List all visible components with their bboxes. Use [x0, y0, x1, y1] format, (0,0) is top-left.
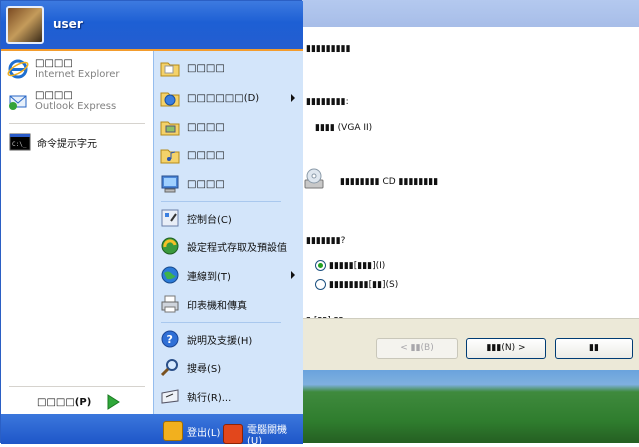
svg-text:C:\_: C:\_: [12, 141, 27, 148]
help-icon: ?: [161, 330, 179, 348]
recent-documents-icon: [160, 92, 180, 107]
wizard-question: ▮▮▮▮▮▮▮?: [306, 236, 346, 246]
right-item-program-access[interactable]: 設定程式存取及預設值: [159, 235, 287, 257]
globe-network-icon: [161, 266, 179, 284]
folder-documents-icon: [160, 62, 180, 77]
control-panel-icon: [161, 209, 179, 227]
recent-command-prompt[interactable]: C:\_ 命令提示字元: [9, 131, 97, 153]
wizard-heading: ▮▮▮▮▮▮▮▮▮: [306, 44, 351, 54]
wizard-prompt: ▮▮▮▮▮▮▮▮:: [306, 97, 349, 107]
right-item-label: 說明及支援(H): [187, 335, 253, 347]
cd-label: ▮▮▮▮▮▮▮▮ CD ▮▮▮▮▮▮▮▮: [340, 177, 439, 187]
right-item-documents[interactable]: □□□□: [159, 57, 225, 79]
all-programs-label: □□□□(P): [37, 396, 92, 408]
right-item-label: 連線到(T): [187, 271, 231, 283]
right-item-recent-documents[interactable]: □□□□□□(D): [159, 87, 259, 109]
internet-explorer-icon: [7, 59, 29, 79]
right-item-label: 搜尋(S): [187, 363, 222, 375]
option-auto-label[interactable]: ▮▮▮▮▮[▮▮▮](I): [329, 261, 385, 271]
pinned-label: □□□□: [35, 90, 73, 101]
run-icon: [161, 389, 179, 404]
green-arrow-icon: [107, 394, 121, 410]
right-item-printers[interactable]: 印表機和傳真: [159, 293, 247, 315]
pinned-outlook-express[interactable]: □□□□ Outlook Express: [7, 90, 116, 112]
shutdown-label: 電腦關機(U): [247, 425, 287, 447]
all-programs-button[interactable]: □□□□(P): [37, 394, 121, 410]
separator: [9, 386, 145, 387]
logoff-button[interactable]: 登出(L): [163, 421, 220, 441]
right-item-label: □□□□: [187, 149, 225, 161]
right-item-help-support[interactable]: ? 說明及支援(H): [159, 328, 252, 350]
cancel-button[interactable]: ▮▮: [555, 338, 633, 359]
right-item-my-computer[interactable]: □□□□: [159, 173, 225, 195]
pinned-sublabel: Internet Explorer: [35, 69, 120, 80]
command-prompt-icon: C:\_: [9, 133, 31, 151]
submenu-arrow-icon: [291, 94, 295, 102]
outlook-express-icon: [9, 95, 27, 110]
right-item-connect-to[interactable]: 連線到(T): [159, 264, 231, 286]
logoff-label: 登出(L): [187, 427, 221, 439]
right-item-label: □□□□: [187, 62, 225, 74]
right-item-label: □□□□□□(D): [187, 92, 260, 104]
folder-music-icon: [160, 149, 180, 164]
pinned-label: □□□□: [35, 58, 73, 69]
back-button[interactable]: < ▮▮(B): [376, 338, 458, 359]
separator: [161, 322, 281, 323]
desktop-wallpaper: [300, 370, 639, 443]
option-auto-radio[interactable]: [315, 260, 326, 271]
right-item-search[interactable]: 搜尋(S): [159, 356, 221, 378]
my-computer-icon: [161, 175, 179, 193]
next-button[interactable]: ▮▮▮(N) >: [466, 338, 546, 359]
recent-label: 命令提示字元: [37, 138, 97, 150]
pinned-internet-explorer[interactable]: □□□□ Internet Explorer: [7, 58, 120, 80]
right-item-label: □□□□: [187, 178, 225, 190]
right-item-label: 控制台(C): [187, 214, 232, 226]
option-manual-label[interactable]: ▮▮▮▮▮▮▮▮[▮▮](S): [329, 280, 398, 290]
right-item-pictures[interactable]: □□□□: [159, 116, 225, 138]
right-item-run[interactable]: 執行(R)...: [159, 385, 231, 407]
power-icon: [223, 424, 243, 444]
right-item-label: □□□□: [187, 121, 225, 133]
start-menu-header: user: [1, 1, 303, 51]
printer-icon: [161, 295, 179, 313]
program-access-icon: [161, 237, 179, 255]
right-item-control-panel[interactable]: 控制台(C): [159, 207, 232, 229]
start-menu: user □□□□ Internet Explorer □□□□ Outlook…: [0, 0, 303, 447]
user-name: user: [53, 17, 83, 31]
right-item-label: 執行(R)...: [187, 392, 232, 404]
shutdown-button[interactable]: 電腦關機(U): [223, 421, 301, 447]
right-item-label: 印表機和傳真: [187, 300, 247, 312]
user-avatar[interactable]: [6, 6, 44, 44]
right-item-label: 設定程式存取及預設值: [187, 242, 287, 254]
wizard-titlebar: [300, 0, 639, 27]
folder-pictures-icon: [160, 121, 180, 136]
submenu-arrow-icon: [291, 271, 295, 279]
wizard-device-name: ▮▮▮▮ (VGA II): [315, 123, 373, 133]
key-icon: [163, 421, 183, 441]
search-icon: [160, 359, 178, 377]
option-manual-radio[interactable]: [315, 279, 326, 290]
right-item-music[interactable]: □□□□: [159, 144, 225, 166]
svg-text:?: ?: [167, 333, 173, 346]
pinned-sublabel: Outlook Express: [35, 101, 117, 112]
separator: [9, 123, 145, 124]
cd-drive-icon: [304, 168, 324, 189]
separator: [161, 201, 281, 202]
